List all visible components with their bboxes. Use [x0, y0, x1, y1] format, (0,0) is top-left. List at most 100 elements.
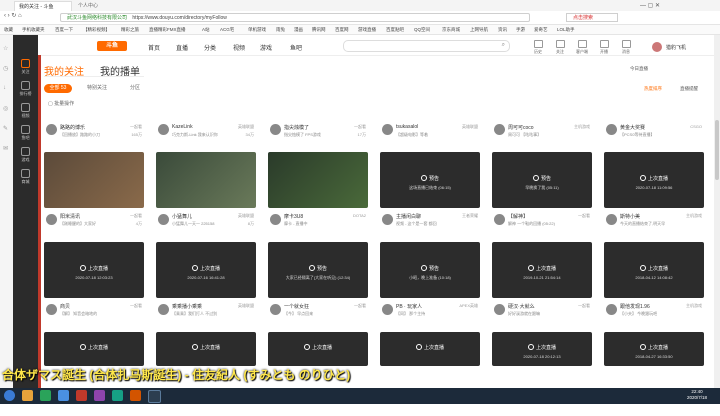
streamer-name[interactable]: 指尖烛模了: [284, 124, 309, 131]
app-icon-2[interactable]: [76, 390, 87, 401]
bookmark-item[interactable]: 游戏直播: [358, 25, 376, 34]
bookmark-item[interactable]: 【精彩视频】: [83, 25, 110, 34]
url-input[interactable]: 武汉斗鱼网络科技有限公司 https://www.douyu.com/direc…: [60, 13, 530, 22]
nav-buttons[interactable]: ‹ › ↻ ⌂: [4, 12, 22, 19]
streamer-name[interactable]: 阳米清讯: [60, 213, 80, 220]
stream-thumbnail[interactable]: 预告 小昭，晚上准备 (10:18): [380, 242, 480, 298]
app-icon-6[interactable]: [148, 390, 161, 403]
header-nav-link[interactable]: 鱼吧: [290, 43, 302, 52]
streamer-card[interactable]: 上次直播 2020-07-18 11:09:56 斯特小美 主机游戏 今天的直播结束了,…: [604, 152, 704, 236]
streamer-name[interactable]: 小猛舞儿: [172, 213, 192, 220]
header-icon-button[interactable]: 客户端: [572, 40, 592, 55]
today-live-button[interactable]: 今日直播: [630, 66, 648, 72]
search-icon[interactable]: ⌕: [502, 42, 505, 49]
filter-special[interactable]: 特别关注: [82, 84, 112, 93]
streamer-name[interactable]: KazeLink: [172, 124, 193, 130]
streamer-avatar[interactable]: [494, 214, 505, 225]
stream-category[interactable]: 英雄联盟: [238, 124, 254, 130]
stream-thumbnail[interactable]: 上次直播 2019-10-21 21:54:14: [492, 242, 592, 298]
streamer-card[interactable]: 周可可coco 主机游戏 周可可 【咕咕事】: [492, 120, 592, 150]
streamer-name[interactable]: 摩卡3U8: [284, 213, 303, 220]
browser-search-input[interactable]: 点击搜索: [566, 13, 618, 22]
bookmark-item[interactable]: 资讯: [498, 25, 507, 34]
stream-thumbnail[interactable]: [44, 152, 144, 208]
bookmark-item[interactable]: 百度一下: [55, 25, 73, 34]
note-icon[interactable]: ✎: [3, 125, 8, 132]
stream-category[interactable]: 主机游戏: [574, 124, 590, 130]
app-icon-1[interactable]: [58, 390, 69, 401]
streamer-name[interactable]: PB · 玩家人: [396, 303, 422, 310]
streamer-name[interactable]: 乘乘播小乘乘: [172, 303, 202, 310]
streamer-avatar[interactable]: [382, 214, 393, 225]
header-icon-button[interactable]: 关注: [550, 40, 570, 55]
stream-thumbnail[interactable]: [268, 152, 368, 208]
streamer-card[interactable]: 预告 小昭，晚上准备 (10:18) PB · 玩家人 APEX英雄 【同】 那个主持: [380, 242, 480, 326]
streamer-name[interactable]: 一个就女狂: [284, 303, 309, 310]
stream-category[interactable]: 一起看: [354, 303, 366, 309]
streamer-avatar[interactable]: [606, 214, 617, 225]
douyu-logo[interactable]: 斗鱼: [97, 41, 127, 51]
stream-thumbnail[interactable]: 上次直播 2020-07-16 16:41:28: [156, 242, 256, 298]
stream-thumbnail[interactable]: 上次直播 2020-07-18 11:09:56: [604, 152, 704, 208]
bookmark-item[interactable]: 爱奇艺: [534, 25, 548, 34]
stream-thumbnail[interactable]: 上次直播: [380, 332, 480, 366]
stream-category[interactable]: APEX英雄: [459, 303, 478, 309]
app-icon-5[interactable]: [130, 390, 141, 401]
bookmark-item[interactable]: 京东商城: [442, 25, 460, 34]
streamer-avatar[interactable]: [270, 124, 281, 135]
explorer-icon[interactable]: [22, 390, 33, 401]
streamer-avatar[interactable]: [606, 304, 617, 315]
site-nav-item[interactable]: 鱼吧: [13, 125, 38, 141]
stream-thumbnail[interactable]: 上次直播: [156, 332, 256, 366]
stream-category[interactable]: DOTA2: [353, 213, 366, 218]
streamer-card[interactable]: 阳米清讯 一起看 【刚睡醒的】大家好 4万: [44, 152, 144, 236]
live-reminder-button[interactable]: 直播提醒: [680, 86, 698, 92]
bookmark-item[interactable]: 百度网: [335, 25, 349, 34]
streamer-name[interactable]: 商贝: [60, 303, 70, 310]
stream-category[interactable]: 一起看: [130, 303, 142, 309]
stream-category[interactable]: 主机游戏: [686, 303, 702, 309]
bookmark-item[interactable]: 上网导航: [470, 25, 488, 34]
streamer-avatar[interactable]: [158, 304, 169, 315]
bookmark-item[interactable]: ACG宅: [220, 25, 234, 34]
streamer-card[interactable]: 上次直播 2020-07-16 16:41:28 乘乘播小乘乘 英雄联盟 【乘乘】我们打…: [156, 242, 256, 326]
bookmark-item[interactable]: 直播精彩FMX直播: [149, 25, 186, 34]
mail-icon[interactable]: ✉: [3, 145, 8, 152]
header-nav-link[interactable]: 游戏: [260, 43, 272, 52]
streamer-card[interactable]: 预告 这场直播已结束 (06:15) 主播闲白聊 王者荣耀 视频 - 这个是一套 都回: [380, 152, 480, 236]
filter-all[interactable]: 全部 53: [44, 84, 72, 93]
stream-thumbnail[interactable]: [156, 152, 256, 208]
bookmark-item[interactable]: QQ空间: [414, 25, 430, 34]
stream-category[interactable]: 英雄联盟: [238, 213, 254, 219]
streamer-name[interactable]: tsukasalol: [396, 124, 418, 130]
stream-thumbnail[interactable]: 上次直播: [268, 332, 368, 366]
bookmark-item[interactable]: 百度贴吧: [386, 25, 404, 34]
star-icon[interactable]: ☆: [3, 45, 8, 52]
streamer-name[interactable]: 周可可coco: [508, 124, 534, 131]
bookmark-item[interactable]: A站: [202, 25, 210, 34]
streamer-card[interactable]: 上次直播 2020-07-18 12:03:23 商贝 一起看 【解】 知音会暗地的: [44, 242, 144, 326]
system-clock[interactable]: 22:40 2020/7/18: [676, 389, 718, 401]
header-nav-link[interactable]: 直播: [176, 43, 188, 52]
streamer-avatar[interactable]: [606, 124, 617, 135]
streamer-avatar[interactable]: [158, 214, 169, 225]
streamer-card[interactable]: tsukasalol 英雄联盟 【超级电影】等着: [380, 120, 480, 150]
browser-taskbar-icon[interactable]: [40, 390, 51, 401]
header-icon-button[interactable]: 消息: [616, 40, 636, 55]
bookmark-item[interactable]: 单机游戏: [248, 25, 266, 34]
streamer-name[interactable]: 硬汉·大就么: [508, 303, 535, 310]
streamer-card[interactable]: 上次直播 2018-04-12 14:08:42 跟他发现1.96 主机游戏 【小夫】 …: [604, 242, 704, 326]
game-icon[interactable]: ◎: [3, 105, 8, 112]
streamer-name[interactable]: 跟他发现1.96: [620, 303, 650, 310]
streamer-name[interactable]: 斯特小美: [620, 213, 640, 220]
streamer-card[interactable]: 预告 早晚换了我 (05:11) 【解神】 一起看 解神 一个鞋的回播 (05:22): [492, 152, 592, 236]
stream-thumbnail[interactable]: 上次直播 2020-07-18 20:12:13: [492, 332, 592, 366]
streamer-avatar[interactable]: [270, 214, 281, 225]
scrollbar-thumb[interactable]: [715, 120, 719, 180]
header-icon-button[interactable]: 历史: [528, 40, 548, 55]
streamer-avatar[interactable]: [494, 124, 505, 135]
stream-category[interactable]: 一起看: [578, 213, 590, 219]
streamer-avatar[interactable]: [382, 124, 393, 135]
streamer-avatar[interactable]: [46, 124, 57, 135]
bookmark-item[interactable]: LOL助手: [557, 25, 575, 34]
